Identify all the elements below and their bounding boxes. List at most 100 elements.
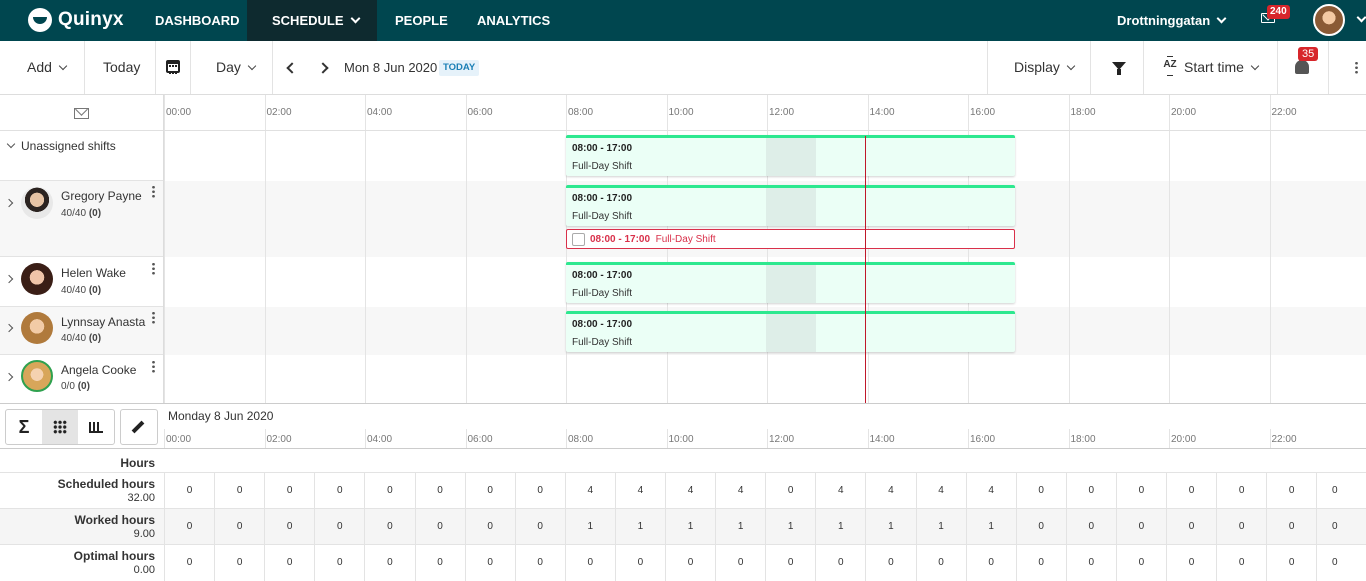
hours-cell: 0 [1266, 473, 1316, 509]
notification-badge: 35 [1298, 47, 1319, 61]
bar-chart-icon [89, 421, 103, 433]
timeline-gridline [365, 95, 366, 403]
today-button[interactable]: Today [103, 41, 140, 94]
sort-az-icon[interactable]: AZ [1162, 56, 1178, 78]
bottom-timeline-tick-label: 10:00 [668, 434, 694, 445]
hours-cell: 0 [1216, 509, 1266, 545]
employee-name[interactable]: Gregory Payne [61, 189, 142, 203]
hours-row-total: 32.00 [127, 492, 155, 504]
employee-menu-icon[interactable] [152, 311, 155, 324]
nav-analytics[interactable]: ANALYTICS [477, 0, 550, 41]
hours-cell: 0 [1216, 473, 1266, 509]
add-button[interactable]: Add [27, 41, 68, 94]
unassigned-label: Unassigned shifts [21, 139, 116, 153]
sort-button[interactable]: Start time [1184, 41, 1260, 94]
nav-dashboard[interactable]: DASHBOARD [155, 0, 240, 41]
hours-row-name: Optimal hours [73, 549, 155, 563]
shift-time: 08:00 - 17:00 [572, 193, 633, 204]
edit-button[interactable] [120, 409, 158, 445]
sum-button[interactable]: Σ [6, 410, 42, 444]
grid-view-button[interactable] [42, 410, 78, 444]
shift-name: Full-Day Shift [572, 161, 633, 172]
nav-schedule-label: SCHEDULE [272, 13, 344, 28]
nav-people[interactable]: PEOPLE [395, 0, 448, 41]
schedule-grid: 00:00 02:00 04:00 06:00 08:00 10:00 12:00 14:00… [0, 95, 1366, 403]
timeline-gridline [264, 95, 266, 403]
avatar [21, 312, 53, 344]
hours-cell: 0 [1065, 473, 1116, 509]
notification-bell-icon[interactable] [1295, 60, 1309, 74]
employee-hours: 0/0 (0) [61, 381, 90, 392]
hours-cell: 0 [514, 473, 565, 509]
hours-cell: 0 [1316, 473, 1352, 509]
timeline-tick-label: 10:00 [668, 107, 694, 118]
shift-card[interactable]: 08:00 - 17:00 Full-Day Shift [566, 262, 1015, 303]
employee-menu-icon[interactable] [152, 262, 155, 275]
chevron-down-icon [1250, 61, 1260, 71]
hours-cell: 0 [765, 545, 815, 581]
filter-icon[interactable] [1112, 62, 1126, 75]
hours-row-name: Scheduled hours [57, 477, 155, 491]
bottom-timeline-tick-label: 08:00 [568, 434, 594, 445]
unassigned-shifts-toggle[interactable]: Unassigned shifts [6, 139, 116, 153]
hours-value: 0/0 [61, 381, 75, 392]
bottom-timeline-gridline [666, 429, 668, 449]
shift-name: Full-Day Shift [572, 337, 633, 348]
hours-cell: 0 [214, 473, 264, 509]
shift-card[interactable]: 08:00 - 17:00 Full-Day Shift [566, 311, 1015, 352]
calendar-icon[interactable] [166, 60, 180, 74]
hours-row: Optimal hours 0.00 0 0 0 0 0 0 0 0 0 0 0 0 0 0 0 0 0 0 0 0 0 0 0… [0, 544, 1366, 581]
timeline-tick-label: 06:00 [467, 107, 493, 118]
message-icon[interactable] [74, 108, 89, 119]
shift-checkbox[interactable] [572, 233, 585, 246]
hours-row: Scheduled hours 32.00 0 0 0 0 0 0 0 0 4 4 4 4 0 4 4 4 4 0 0 0… [0, 472, 1366, 509]
hours-cell: 0 [665, 545, 715, 581]
hours-cell: 0 [564, 545, 615, 581]
unassigned-shift-card[interactable]: 08:00 - 17:00 Full-Day Shift [566, 135, 1015, 176]
hours-cell: 0 [765, 473, 815, 509]
timeline-tick-label: 00:00 [166, 107, 192, 118]
hours-cell: 0 [1115, 545, 1166, 581]
chevron-down-icon[interactable] [1356, 12, 1366, 23]
employee-name[interactable]: Lynnsay Anasta [61, 315, 145, 329]
hours-cell: 0 [514, 509, 565, 545]
shift-name: Full-Day Shift [572, 211, 633, 222]
header-divider [0, 130, 1366, 131]
site-selector[interactable]: Drottninggatan [1117, 0, 1227, 41]
employee-menu-icon[interactable] [152, 360, 155, 373]
display-button[interactable]: Display [1014, 41, 1076, 94]
quinyx-logo[interactable]: Quinyx [28, 7, 124, 33]
hours-cell: 0 [865, 545, 915, 581]
toolbar-divider [190, 41, 191, 94]
hours-panel: Σ Monday 8 Jun 2020 00:00 02:00 04:00 06:00… [0, 403, 1366, 581]
employee-name[interactable]: Helen Wake [61, 266, 126, 280]
shift-card[interactable]: 08:00 - 17:00 Full-Day Shift [566, 185, 1015, 226]
bottom-timeline-tick-label: 12:00 [769, 434, 795, 445]
employee-name[interactable]: Angela Cooke [61, 363, 136, 377]
timeline-tick-label: 18:00 [1070, 107, 1096, 118]
hours-cell: 0 [1065, 509, 1116, 545]
hours-cell: 4 [815, 473, 865, 509]
hours-cell: 0 [464, 473, 515, 509]
hours-cell: 0 [1015, 509, 1066, 545]
more-options-icon[interactable] [1355, 61, 1358, 74]
chart-view-button[interactable] [78, 410, 114, 444]
hours-extra: (0) [88, 285, 102, 296]
hours-cell: 0 [715, 545, 765, 581]
hours-cell: 0 [364, 509, 414, 545]
employee-menu-icon[interactable] [152, 185, 155, 198]
hours-value: 40/40 [61, 333, 87, 344]
conflicting-shift-card[interactable]: 08:00 - 17:00 Full-Day Shift [566, 229, 1015, 249]
hours-cell: 0 [264, 473, 314, 509]
hours-cell: 0 [1166, 473, 1216, 509]
employee-row [0, 355, 1366, 403]
hours-cell: 0 [1316, 545, 1352, 581]
user-avatar[interactable] [1313, 4, 1345, 36]
hours-row-total: 0.00 [133, 564, 155, 576]
hours-cell: 0 [1316, 509, 1352, 545]
nav-schedule[interactable]: SCHEDULE [247, 0, 377, 41]
hours-cell: 0 [514, 545, 565, 581]
chevron-down-icon [1066, 61, 1076, 71]
hours-extra: (0) [77, 381, 90, 392]
view-select[interactable]: Day [216, 41, 257, 94]
